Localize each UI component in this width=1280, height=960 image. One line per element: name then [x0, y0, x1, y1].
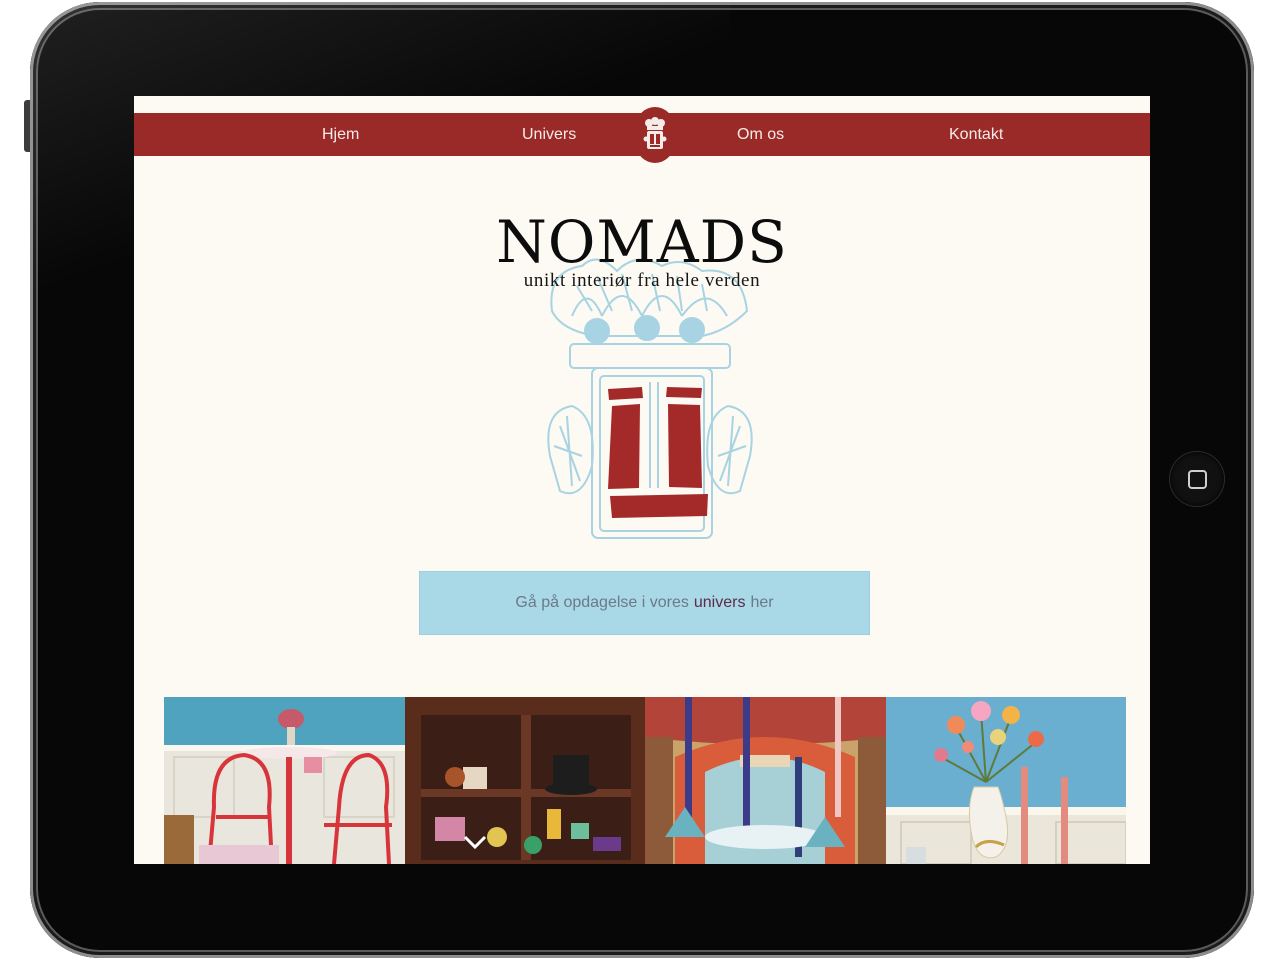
gallery-photo-3[interactable]: [645, 697, 886, 864]
totem-mask-icon: [547, 258, 753, 539]
nav-link-kontakt[interactable]: Kontakt: [949, 113, 1003, 156]
flower-vase-photo: [885, 697, 1126, 864]
cta-text-before: Gå på opdagelse i vores: [515, 594, 689, 611]
tablet-home-button[interactable]: [1170, 452, 1224, 506]
red-cafe-chairs-photo: [164, 697, 405, 864]
nav-link-hjem[interactable]: Hjem: [322, 113, 359, 156]
theatre-candles-photo: [645, 697, 886, 864]
photo-gallery: [164, 697, 1126, 864]
nav-link-om-os[interactable]: Om os: [737, 113, 784, 156]
cta-univers-link[interactable]: univers: [694, 594, 746, 612]
cta-text-after: her: [750, 594, 774, 611]
discover-univers-button[interactable]: Gå på opdagelse i vores univers her: [419, 571, 870, 635]
gallery-photo-2[interactable]: [404, 697, 645, 864]
website-screen: Hjem Univers Om os Kontakt NOMADS unikt …: [134, 96, 1150, 864]
wooden-shelf-photo: [404, 697, 645, 864]
brand-subtitle: unikt interiør fra hele verden: [523, 270, 761, 291]
home-square-icon: [1187, 469, 1207, 489]
brand-title: NOMADS: [496, 208, 788, 276]
nomads-totem-icon: [643, 117, 667, 149]
tablet-side-button[interactable]: [24, 100, 30, 152]
nav-logo-button[interactable]: [636, 107, 674, 163]
nav-link-univers[interactable]: Univers: [522, 113, 576, 156]
gallery-photo-1[interactable]: [164, 697, 405, 864]
gallery-photo-4[interactable]: [885, 697, 1126, 864]
